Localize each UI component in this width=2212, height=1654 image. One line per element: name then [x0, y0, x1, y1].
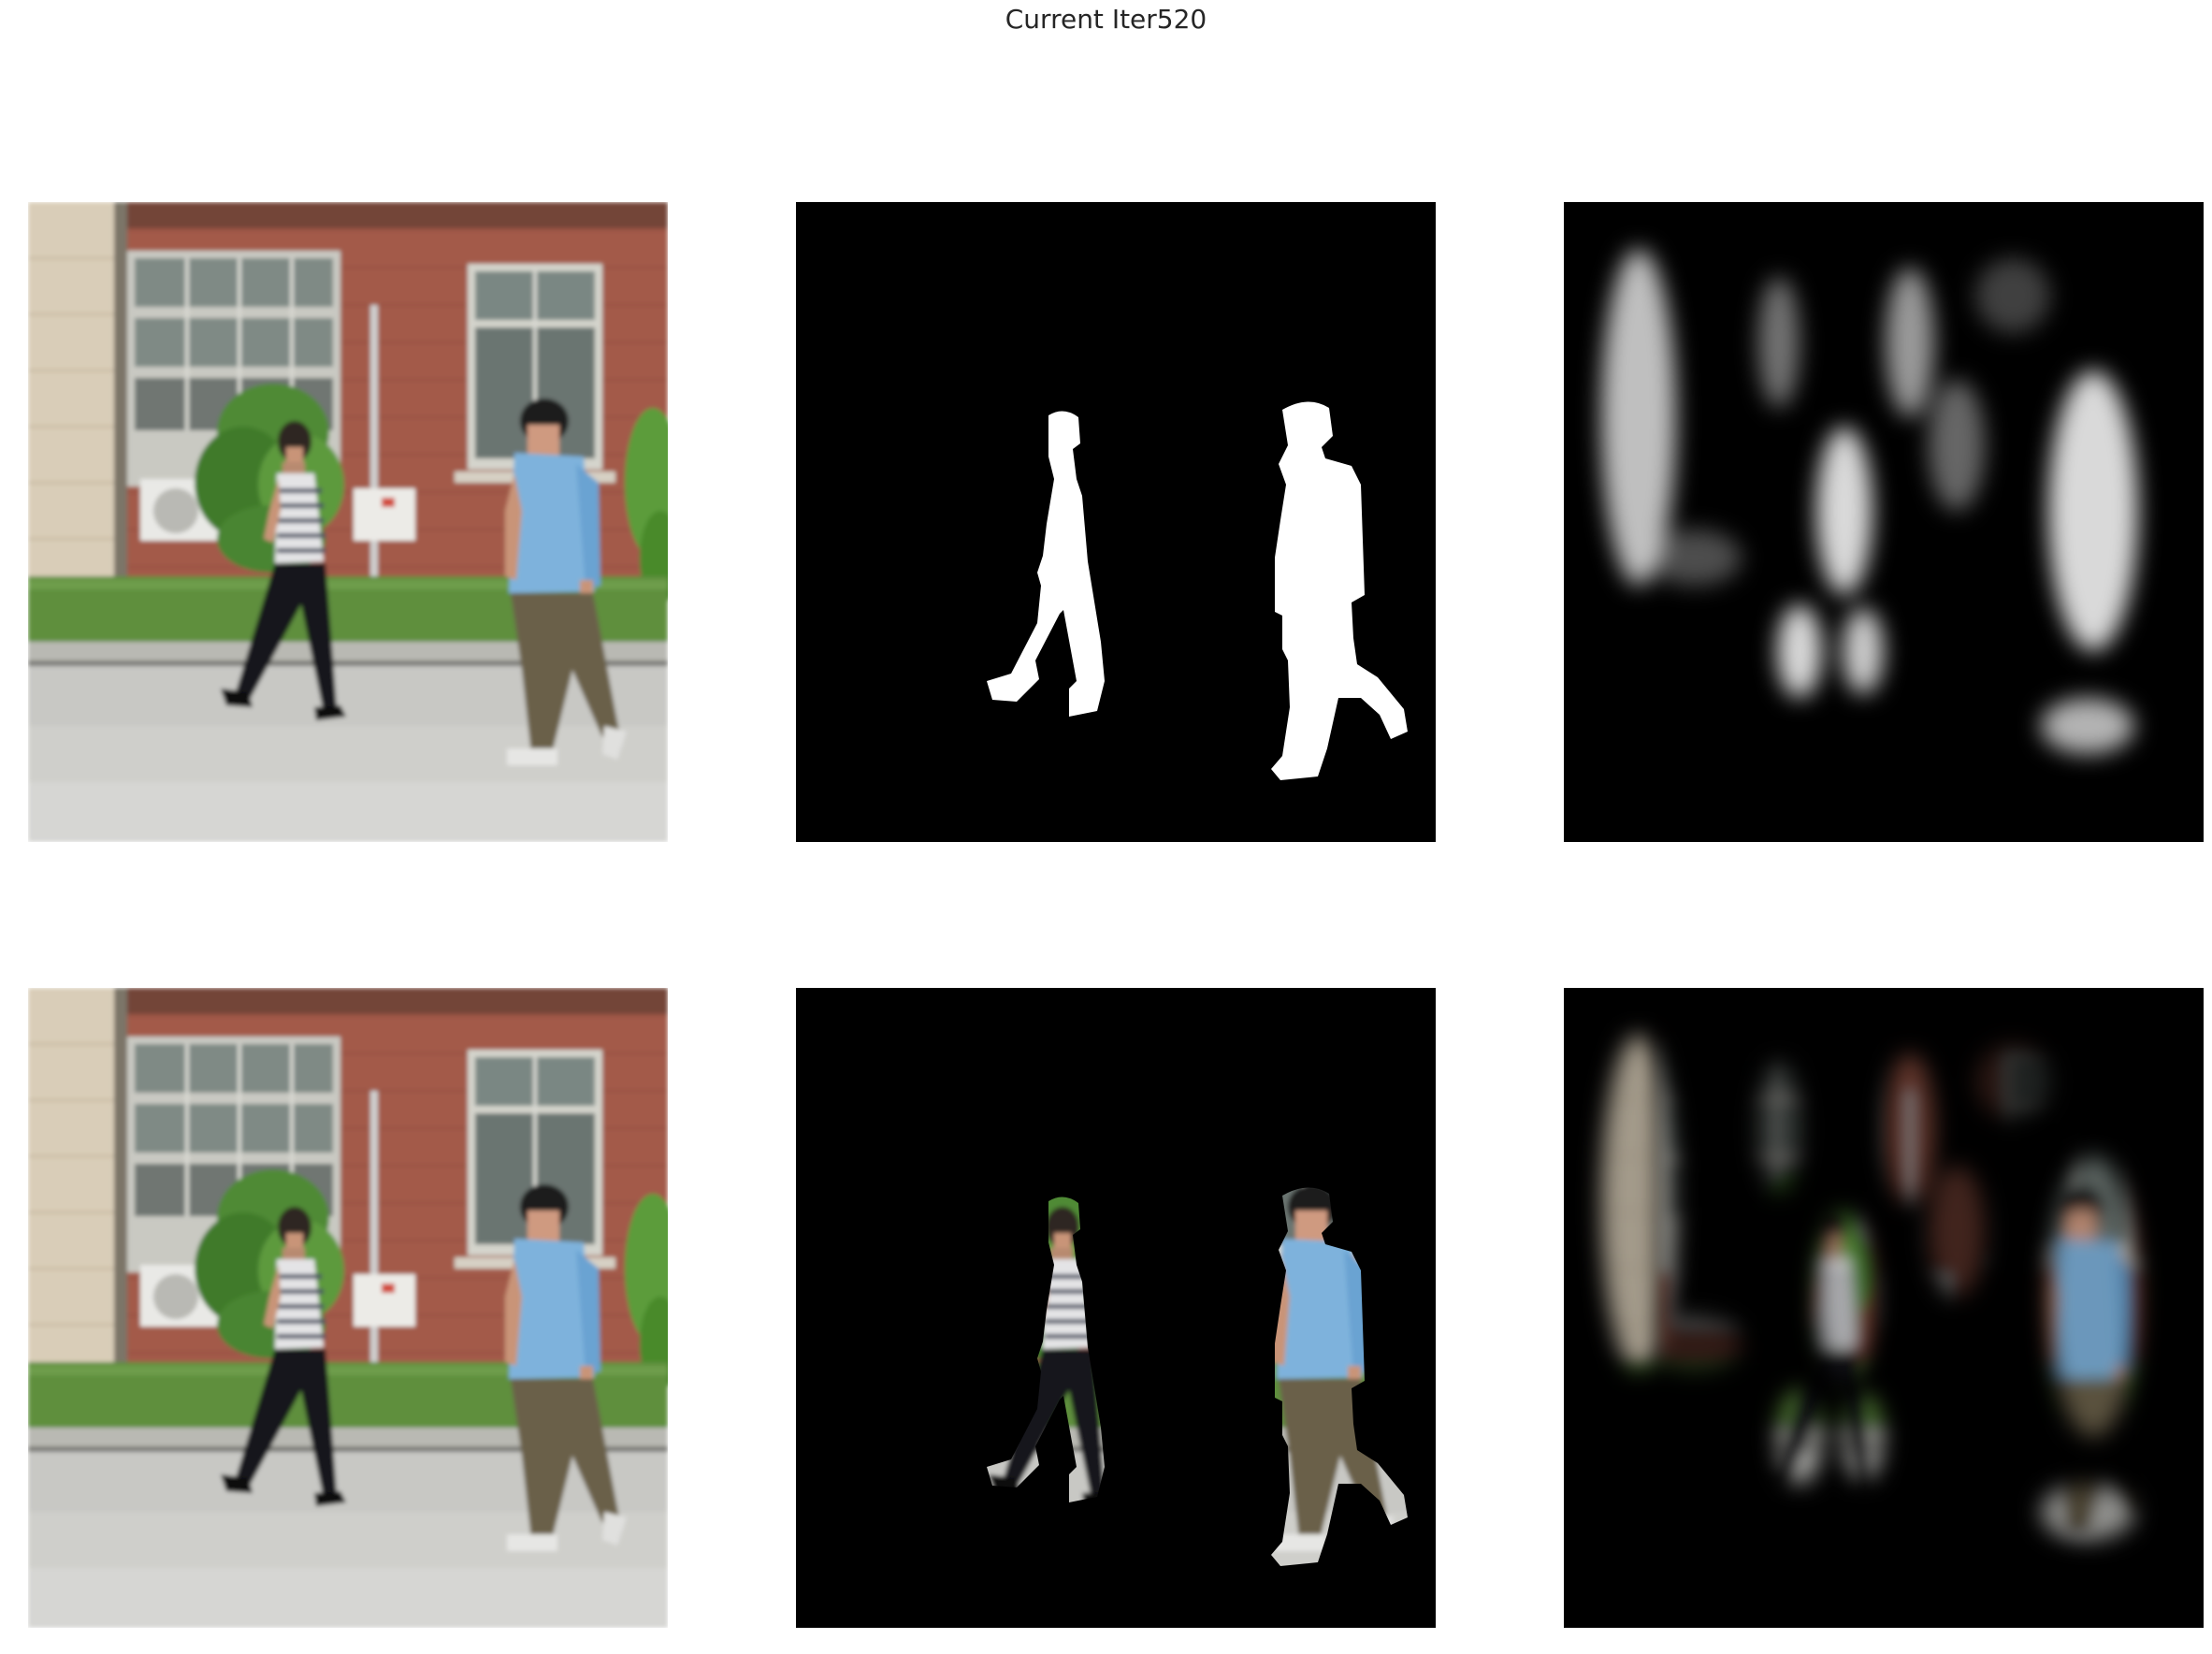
masked-image-ground-truth: [796, 988, 1436, 1628]
figure-title: Current Iter520: [1005, 4, 1207, 35]
ground-truth-mask: [796, 202, 1436, 842]
input-image-top: [28, 202, 668, 842]
predicted-mask: [1564, 202, 2204, 842]
input-image-bottom: [28, 988, 668, 1628]
masked-image-prediction: [1564, 988, 2204, 1628]
